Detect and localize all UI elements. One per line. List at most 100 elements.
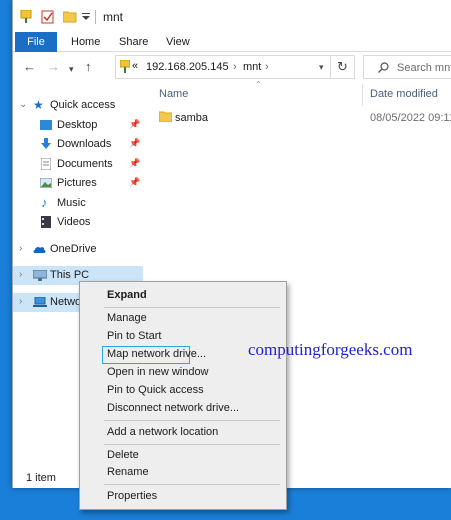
tab-share[interactable]: Share <box>119 32 148 52</box>
nav-item-pictures[interactable]: Pictures 📌 <box>13 174 143 193</box>
checkbox-icon[interactable] <box>41 10 55 24</box>
menu-item-label: Manage <box>107 312 147 324</box>
column-header-date-modified[interactable]: Date modified <box>370 88 438 100</box>
nav-label: This PC <box>50 269 90 281</box>
folder-icon <box>159 111 172 122</box>
network-icon <box>33 297 47 307</box>
quick-access-star-icon: ★ <box>33 98 44 112</box>
menu-item-label: Expand <box>107 289 147 301</box>
file-name[interactable]: samba <box>175 112 208 124</box>
nav-label: Desktop <box>57 119 98 131</box>
menu-separator <box>104 307 280 308</box>
music-icon: ♪ <box>41 195 48 210</box>
nav-item-desktop[interactable]: Desktop 📌 <box>13 116 143 135</box>
back-icon[interactable]: ← <box>23 59 36 75</box>
up-icon[interactable]: ↑ <box>85 59 92 75</box>
videos-icon <box>41 216 51 228</box>
nav-onedrive[interactable]: › OneDrive <box>13 240 143 259</box>
menu-separator <box>104 484 280 485</box>
menu-item-label: Rename <box>107 466 149 478</box>
sort-arrow-icon: ⌃ <box>255 80 262 89</box>
nav-item-downloads[interactable]: Downloads 📌 <box>13 135 143 154</box>
nav-label: Netwo <box>50 296 82 308</box>
nav-label: Videos <box>57 216 91 228</box>
chevron-right-icon[interactable]: › <box>233 61 237 73</box>
pin-icon: 📌 <box>129 177 141 187</box>
new-folder-icon[interactable] <box>63 10 77 23</box>
title-bar: mnt <box>13 0 451 32</box>
pictures-icon <box>40 178 52 188</box>
address-row: ← → ▾ ↑ « 192.168.205.145 › mnt › ▾ ↻ Se… <box>13 52 451 82</box>
file-date: 08/05/2022 09:11 <box>370 112 451 124</box>
menu-item-label: Open in new window <box>107 366 209 378</box>
chevron-right-icon[interactable]: › <box>265 61 269 73</box>
menu-item-label: Properties <box>107 490 158 502</box>
forward-icon[interactable]: → <box>47 59 60 75</box>
menu-item-label: Add a network location <box>107 426 219 438</box>
status-bar-count: 1 item <box>26 472 56 484</box>
menu-item-label: Delete <box>107 449 139 461</box>
menu-item-label: Pin to Quick access <box>107 384 204 396</box>
menu-item-expand[interactable]: Expand <box>80 287 286 305</box>
refresh-icon[interactable]: ↻ <box>331 55 355 79</box>
computer-icon <box>33 270 47 281</box>
search-box[interactable]: Search mnt <box>363 55 451 79</box>
search-input[interactable]: Search mnt <box>397 62 451 74</box>
menu-item-properties[interactable]: Properties <box>80 488 286 506</box>
menu-separator <box>104 420 280 421</box>
chevron-right-icon[interactable]: › <box>19 269 22 280</box>
address-bar[interactable]: « 192.168.205.145 › mnt › ▾ <box>115 55 331 79</box>
address-segment-mnt[interactable]: mnt <box>243 61 261 73</box>
search-icon <box>378 62 389 73</box>
tab-file[interactable]: File <box>15 32 57 52</box>
onedrive-icon <box>33 246 46 253</box>
nav-label: Downloads <box>57 138 112 150</box>
tab-home[interactable]: Home <box>71 32 100 52</box>
network-location-icon <box>120 60 130 73</box>
nav-item-videos[interactable]: Videos <box>13 213 143 232</box>
address-segment-host[interactable]: 192.168.205.145 <box>146 61 229 73</box>
tab-view[interactable]: View <box>166 32 190 52</box>
recent-locations-icon[interactable]: ▾ <box>69 61 74 77</box>
desktop-icon <box>40 120 52 130</box>
menu-item-label: Pin to Start <box>107 330 162 342</box>
menu-item-rename[interactable]: Rename <box>80 464 286 482</box>
nav-label: Quick access <box>50 99 116 111</box>
nav-label: Pictures <box>57 177 97 189</box>
column-divider[interactable] <box>362 84 363 106</box>
downloads-icon <box>41 138 51 149</box>
menu-item-delete[interactable]: Delete <box>80 447 286 465</box>
window-title: mnt <box>103 10 124 24</box>
nav-item-documents[interactable]: Documents 📌 <box>13 155 143 174</box>
nav-label: Music <box>57 197 86 209</box>
nav-quick-access[interactable]: ⌄ ★ Quick access <box>13 96 143 115</box>
menu-item-pin-to-quick-access[interactable]: Pin to Quick access <box>80 382 286 400</box>
address-overflow[interactable]: « <box>132 60 138 72</box>
menu-item-disconnect-network-drive[interactable]: Disconnect network drive... <box>80 400 286 418</box>
title-separator <box>95 10 96 24</box>
address-history-icon[interactable]: ▾ <box>319 62 324 73</box>
chevron-right-icon[interactable]: › <box>19 243 22 254</box>
pin-icon: 📌 <box>129 138 141 148</box>
nav-label: Documents <box>57 158 113 170</box>
properties-icon[interactable] <box>20 10 32 24</box>
menu-item-label: Map network drive... <box>107 348 207 360</box>
menu-item-manage[interactable]: Manage <box>80 310 286 328</box>
menu-item-map-network-drive[interactable]: Map network drive... <box>102 346 206 364</box>
ribbon-tabs: File Home Share View <box>13 32 451 52</box>
documents-icon <box>41 158 51 170</box>
customize-toolbar-icon[interactable] <box>82 13 90 21</box>
nav-label: OneDrive <box>50 243 97 255</box>
menu-item-add-network-location[interactable]: Add a network location <box>80 424 286 442</box>
chevron-right-icon[interactable]: › <box>19 296 22 307</box>
chevron-down-icon[interactable]: ⌄ <box>19 99 27 110</box>
pin-icon: 📌 <box>129 119 141 129</box>
context-menu: Expand Manage Pin to Start Map network d… <box>79 281 287 510</box>
menu-item-open-in-new-window[interactable]: Open in new window <box>80 364 286 382</box>
nav-item-music[interactable]: ♪ Music <box>13 194 143 213</box>
watermark-text: computingforgeeks.com <box>248 340 413 359</box>
column-header-name[interactable]: Name <box>159 88 188 100</box>
menu-item-label: Disconnect network drive... <box>107 402 240 414</box>
pin-icon: 📌 <box>129 158 141 168</box>
menu-separator <box>104 444 280 445</box>
